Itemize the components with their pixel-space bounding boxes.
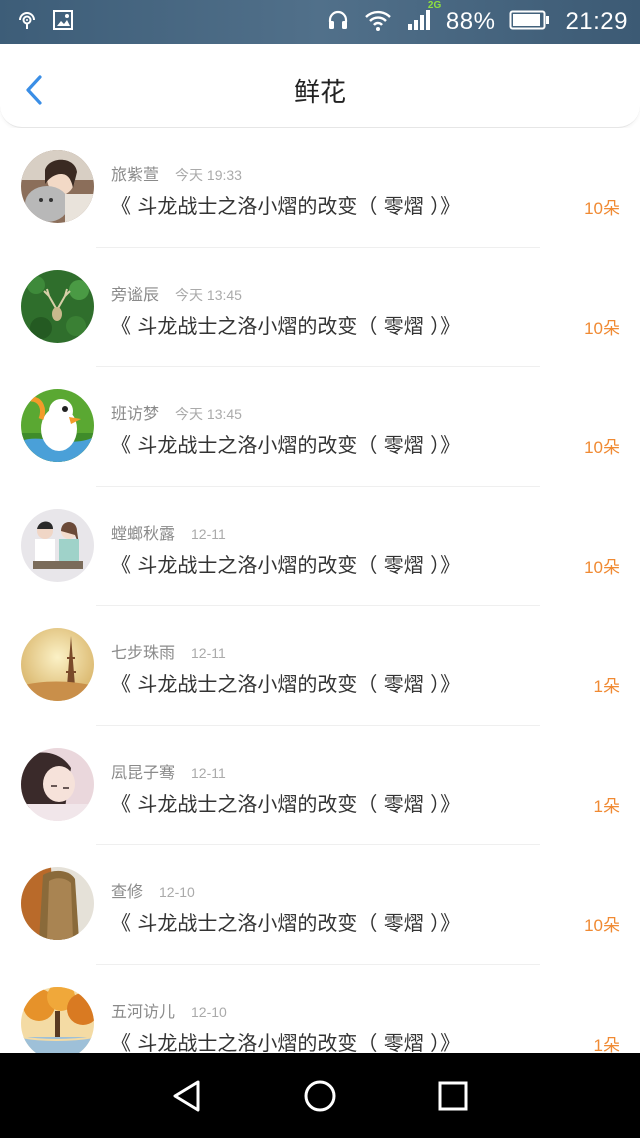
battery-percent: 88% <box>445 8 496 35</box>
avatar[interactable] <box>21 747 94 821</box>
hotspot-icon <box>16 9 38 35</box>
avatar[interactable] <box>21 389 94 462</box>
item-meta: 旅紫萱 今天 19:33 <box>111 161 242 185</box>
item-meta: 五河访儿 12-10 <box>111 998 227 1022</box>
timestamp: 12-10 <box>159 884 195 900</box>
image-icon <box>52 9 74 35</box>
flower-count: 1朵 <box>593 796 620 816</box>
list-item[interactable]: 旅紫萱 今天 19:33 《 斗龙战士之洛小熠的改变（ 零熠 ）》 10朵 <box>0 128 640 248</box>
avatar[interactable] <box>21 628 94 701</box>
avatar[interactable] <box>21 269 94 343</box>
wifi-icon <box>364 8 392 36</box>
timestamp: 12-11 <box>191 525 226 542</box>
network-type: 2G <box>427 0 442 11</box>
flower-count: 10朵 <box>584 438 620 457</box>
user-name[interactable]: 查修 <box>111 878 143 902</box>
top-bar: 鲜花 <box>0 44 640 128</box>
nav-recents-button[interactable] <box>433 1076 473 1116</box>
book-title[interactable]: 《 斗龙战士之洛小熠的改变（ 零熠 ）》 <box>111 907 460 936</box>
battery-icon <box>509 9 551 35</box>
user-name[interactable]: 班访梦 <box>111 400 159 424</box>
flower-count: 1朵 <box>593 677 620 696</box>
item-meta: 凨昆子骞 12-11 <box>111 759 226 783</box>
clock: 21:29 <box>565 8 628 35</box>
timestamp: 今天 13:45 <box>175 286 242 303</box>
book-title[interactable]: 《 斗龙战士之洛小熠的改变（ 零熠 ）》 <box>111 190 460 219</box>
avatar[interactable] <box>21 867 94 940</box>
user-name[interactable]: 凨昆子骞 <box>111 759 175 783</box>
user-name[interactable]: 五河访儿 <box>111 998 175 1022</box>
back-triangle-icon <box>173 1080 200 1111</box>
timestamp: 今天 19:33 <box>175 167 242 183</box>
user-name[interactable]: 七步珠雨 <box>111 639 175 663</box>
nav-home-button[interactable] <box>300 1076 340 1116</box>
list-item[interactable]: 班访梦 今天 13:45 《 斗龙战士之洛小熠的改变（ 零熠 ）》 10朵 <box>0 367 640 487</box>
list-item[interactable]: 旁谧辰 今天 13:45 《 斗龙战士之洛小熠的改变（ 零熠 ）》 10朵 <box>0 248 640 367</box>
system-nav-bar <box>0 1053 640 1138</box>
book-title[interactable]: 《 斗龙战士之洛小熠的改变（ 零熠 ）》 <box>111 788 460 817</box>
flower-count: 10朵 <box>584 557 620 577</box>
status-left <box>16 9 88 35</box>
status-bar: 2G 88% 21:29 <box>0 0 640 44</box>
nav-back-button[interactable] <box>167 1076 207 1116</box>
avatar[interactable] <box>21 508 94 582</box>
avatar[interactable] <box>21 986 94 1053</box>
flower-count: 10朵 <box>584 199 620 218</box>
user-name[interactable]: 旁谧辰 <box>111 281 159 305</box>
timestamp: 今天 13:45 <box>175 406 242 422</box>
list-item[interactable]: 五河访儿 12-10 《 斗龙战士之洛小熠的改变（ 零熠 ）》 1朵 <box>0 965 640 1054</box>
flower-list: 旅紫萱 今天 19:33 《 斗龙战士之洛小熠的改变（ 零熠 ）》 10朵 旁谧… <box>0 128 640 1053</box>
signal-icon: 2G <box>406 0 441 36</box>
book-title[interactable]: 《 斗龙战士之洛小熠的改变（ 零熠 ）》 <box>111 668 460 697</box>
user-name[interactable]: 螳螂秋露 <box>111 520 175 544</box>
timestamp: 12-10 <box>191 1003 227 1020</box>
book-title[interactable]: 《 斗龙战士之洛小熠的改变（ 零熠 ）》 <box>111 429 460 458</box>
flower-count: 10朵 <box>584 916 620 935</box>
item-meta: 班访梦 今天 13:45 <box>111 400 242 424</box>
avatar[interactable] <box>21 150 94 223</box>
list-item[interactable]: 凨昆子骞 12-11 《 斗龙战士之洛小熠的改变（ 零熠 ）》 1朵 <box>0 726 640 845</box>
timestamp: 12-11 <box>191 764 226 781</box>
item-meta: 七步珠雨 12-11 <box>111 639 226 663</box>
page-title: 鲜花 <box>293 78 346 108</box>
item-meta: 查修 12-10 <box>111 878 195 902</box>
item-meta: 螳螂秋露 12-11 <box>111 520 226 544</box>
book-title[interactable]: 《 斗龙战士之洛小熠的改变（ 零熠 ）》 <box>111 549 460 578</box>
book-title[interactable]: 《 斗龙战士之洛小熠的改变（ 零熠 ）》 <box>111 310 460 339</box>
list-item[interactable]: 螳螂秋露 12-11 《 斗龙战士之洛小熠的改变（ 零熠 ）》 10朵 <box>0 487 640 606</box>
list-item[interactable]: 查修 12-10 《 斗龙战士之洛小熠的改变（ 零熠 ）》 10朵 <box>0 845 640 965</box>
recents-square-icon <box>438 1081 468 1110</box>
timestamp: 12-11 <box>191 645 226 661</box>
flower-count: 10朵 <box>584 318 620 338</box>
flower-count: 1朵 <box>593 1035 620 1054</box>
item-meta: 旁谧辰 今天 13:45 <box>111 281 242 305</box>
book-title[interactable]: 《 斗龙战士之洛小熠的改变（ 零熠 ）》 <box>111 1027 460 1054</box>
headphones-icon <box>326 8 350 36</box>
user-name[interactable]: 旅紫萱 <box>111 161 159 185</box>
home-circle-icon <box>304 1080 336 1111</box>
status-right: 2G 88% 21:29 <box>326 0 628 36</box>
list-item[interactable]: 七步珠雨 12-11 《 斗龙战士之洛小熠的改变（ 零熠 ）》 1朵 <box>0 606 640 726</box>
